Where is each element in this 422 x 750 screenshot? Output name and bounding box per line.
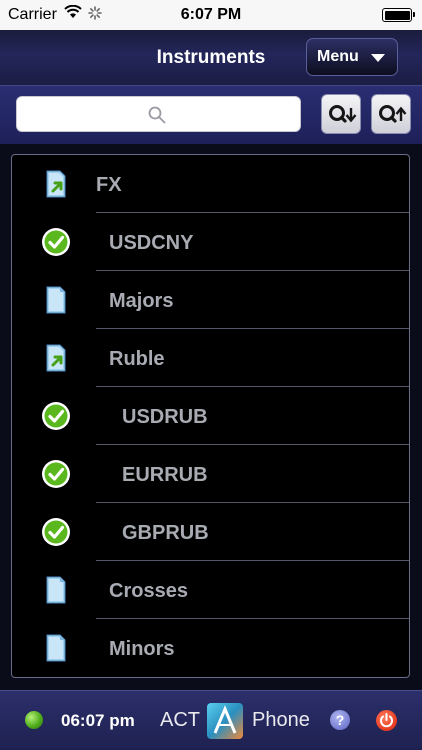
search-down-icon [329, 105, 357, 123]
list-item-label: GBPRUB [122, 522, 209, 544]
connection-status-icon [25, 711, 43, 729]
search-up-button[interactable] [371, 94, 411, 134]
status-bar: Carrier 6:07 PM [0, 0, 422, 30]
list-item-label: EURRUB [122, 464, 208, 486]
brand-logo-icon [207, 703, 243, 739]
list-item-label: USDCNY [109, 232, 194, 254]
list-item-label: Ruble [109, 348, 165, 370]
list-item-minors[interactable]: Minors [12, 619, 409, 677]
list-item-usdcny[interactable]: USDCNY [12, 213, 409, 271]
check-circle-icon [42, 228, 70, 256]
brand-text-left: ACT [160, 709, 200, 731]
list-item-label: USDRUB [122, 406, 208, 428]
list-item-label: Minors [109, 638, 175, 660]
nav-bar: Instruments Menu [0, 30, 422, 86]
list-item-label: FX [96, 174, 122, 196]
list-item-ruble[interactable]: Ruble [12, 329, 409, 387]
search-bar [0, 86, 422, 144]
list-item-usdrub[interactable]: USDRUB [12, 387, 409, 445]
folder-icon [46, 286, 66, 314]
search-up-icon [379, 105, 407, 123]
help-icon[interactable]: ? [330, 710, 350, 730]
folder-icon [46, 576, 66, 604]
folder-open-icon [46, 170, 66, 198]
folder-open-icon [46, 344, 66, 372]
power-icon[interactable] [376, 710, 397, 731]
menu-button-label: Menu [317, 48, 359, 65]
check-circle-icon [42, 518, 70, 546]
search-field[interactable] [16, 96, 301, 132]
folder-icon [46, 634, 66, 662]
list-item-label: Crosses [109, 580, 188, 602]
list-item-majors[interactable]: Majors [12, 271, 409, 329]
check-circle-icon [42, 460, 70, 488]
list-item-gbprub[interactable]: GBPRUB [12, 503, 409, 561]
list-item-fx[interactable]: FX [12, 155, 409, 213]
instrument-list: FX USDCNY Majors Ruble USDRUB EURRUB GBP… [11, 154, 410, 678]
search-icon [148, 106, 166, 124]
list-item-eurrub[interactable]: EURRUB [12, 445, 409, 503]
menu-button[interactable]: Menu [306, 38, 398, 76]
clock-label: 06:07 pm [61, 711, 135, 730]
check-circle-icon [42, 402, 70, 430]
chevron-down-icon [371, 54, 385, 62]
list-item-crosses[interactable]: Crosses [12, 561, 409, 619]
instrument-list-area: FX USDCNY Majors Ruble USDRUB EURRUB GBP… [0, 144, 422, 690]
list-item-label: Majors [109, 290, 174, 312]
status-time: 6:07 PM [180, 6, 242, 23]
bottom-bar: 06:07 pm ACT Phone ? [0, 690, 422, 750]
search-down-button[interactable] [321, 94, 361, 134]
brand-text-right: Phone [252, 709, 310, 731]
battery-icon [382, 8, 415, 22]
